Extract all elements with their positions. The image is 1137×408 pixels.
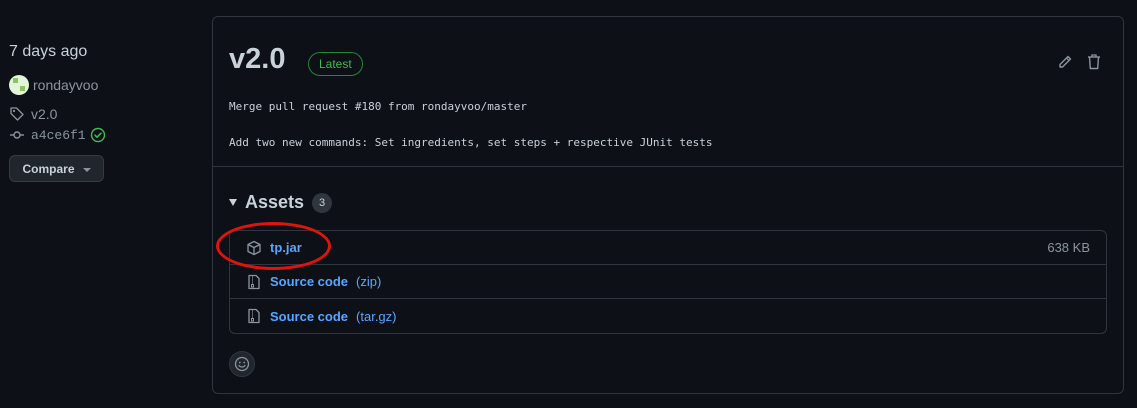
asset-size: 638 KB bbox=[1047, 240, 1090, 255]
author-link[interactable]: rondayvoo bbox=[9, 75, 98, 95]
pencil-icon[interactable] bbox=[1057, 54, 1073, 70]
commit-sha[interactable]: a4ce6f1 bbox=[31, 128, 86, 143]
release-card: v2.0 Latest Merge pull request #180 from… bbox=[212, 16, 1124, 394]
chevron-down-icon bbox=[82, 167, 91, 172]
list-item[interactable]: tp.jar 638 KB bbox=[230, 231, 1106, 265]
release-time: 7 days ago bbox=[9, 43, 88, 60]
tag-icon bbox=[10, 107, 24, 121]
release-title[interactable]: v2.0 bbox=[229, 43, 285, 76]
assets-toggle[interactable]: Assets 3 bbox=[229, 192, 333, 213]
list-item[interactable]: Source code (tar.gz) bbox=[230, 299, 1106, 333]
compare-button[interactable]: Compare bbox=[9, 155, 104, 182]
file-zip-icon bbox=[248, 274, 260, 289]
asset-name[interactable]: Source code bbox=[270, 309, 348, 324]
author-name[interactable]: rondayvoo bbox=[33, 77, 98, 93]
assets-count-badge: 3 bbox=[312, 192, 333, 213]
smiley-icon bbox=[234, 356, 250, 372]
verified-check-icon[interactable] bbox=[90, 127, 106, 143]
asset-format[interactable]: (tar.gz) bbox=[356, 309, 396, 324]
tag-name[interactable]: v2.0 bbox=[31, 106, 57, 122]
release-description-line1: Merge pull request #180 from rondayvoo/m… bbox=[229, 100, 528, 113]
package-icon bbox=[247, 240, 261, 255]
release-description-line2: Add two new commands: Set ingredients, s… bbox=[229, 136, 713, 149]
assets-list: tp.jar 638 KB Source code (zip) Source c… bbox=[229, 230, 1107, 334]
add-reaction-button[interactable] bbox=[229, 351, 255, 377]
list-item[interactable]: Source code (zip) bbox=[230, 265, 1106, 299]
commit-icon bbox=[10, 131, 24, 139]
avatar bbox=[9, 75, 29, 95]
file-zip-icon bbox=[248, 308, 260, 324]
tag-link[interactable]: v2.0 bbox=[9, 106, 57, 122]
asset-name[interactable]: tp.jar bbox=[270, 240, 302, 255]
assets-title: Assets bbox=[245, 192, 305, 212]
commit-link[interactable]: a4ce6f1 bbox=[9, 127, 112, 143]
asset-format[interactable]: (zip) bbox=[356, 274, 381, 289]
release-header: v2.0 Latest Merge pull request #180 from… bbox=[213, 17, 1123, 167]
trash-icon[interactable] bbox=[1086, 53, 1102, 71]
latest-badge: Latest bbox=[308, 52, 363, 76]
compare-label: Compare bbox=[22, 161, 75, 176]
triangle-down-icon bbox=[229, 199, 237, 206]
asset-name[interactable]: Source code bbox=[270, 274, 348, 289]
